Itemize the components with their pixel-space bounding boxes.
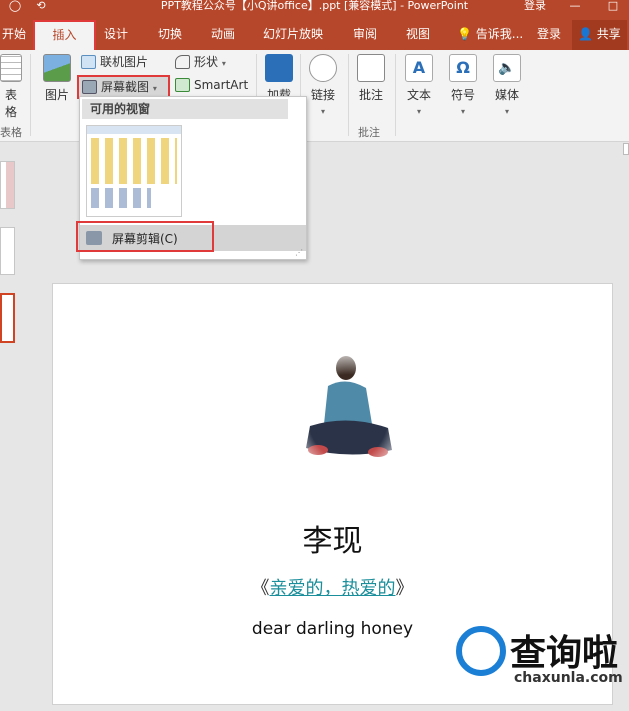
slide-subtitle[interactable]: 《亲爱的，热爱的》 [53,574,612,600]
lightbulb-icon: 💡 [457,27,472,41]
tell-me-search[interactable]: 💡 告诉我... [457,20,523,50]
available-window-thumbnail[interactable] [86,125,182,217]
maximize-button[interactable]: □ [598,0,628,14]
symbol-button[interactable]: Ω 符号 ▾ [446,54,480,117]
divider [30,54,31,136]
tab-design[interactable]: 设计 [96,20,136,50]
divider [395,54,396,136]
divider [348,54,349,136]
tab-animations[interactable]: 动画 [203,20,243,50]
magnifier-q-icon [456,626,506,676]
comment-icon [357,54,385,82]
tab-transitions[interactable]: 切换 [150,20,190,50]
slide-thumbnails-pane [0,143,38,711]
subtitle-link[interactable]: 亲爱的，热爱的 [270,578,396,599]
table-button[interactable]: 表格 [0,54,22,120]
link-icon [309,54,337,82]
tab-slideshow[interactable]: 幻灯片放映 [258,20,328,50]
speaker-icon: 🔈 [493,54,521,82]
tab-review[interactable]: 审阅 [345,20,385,50]
text-box-icon: A [405,54,433,82]
online-picture-button[interactable]: 联机图片 [78,52,148,72]
share-button[interactable]: 👤 共享 [572,20,627,50]
slide-thumbnail-selected[interactable] [0,293,15,343]
minimize-button[interactable]: — [560,0,590,14]
scrollbar-thumb[interactable] [623,143,629,155]
comment-group-label: 批注 [358,126,380,139]
tab-insert[interactable]: 插入 [33,20,96,50]
tab-view[interactable]: 视图 [398,20,438,50]
table-group-label: 表格 [0,126,22,139]
title-bar: ◯ ⟲ PPT教程公众号【小Q讲office】.ppt [兼容模式] - Pow… [0,0,629,14]
camera-icon [86,231,102,245]
available-windows-header: 可用的视窗 [82,99,288,119]
text-button[interactable]: A 文本 ▾ [402,54,436,117]
sign-in-link[interactable]: 登录 [520,0,550,14]
sign-in-button[interactable]: 登录 [537,20,561,50]
slide-title[interactable]: 李现 [53,516,612,560]
picture-icon [43,54,71,82]
omega-icon: Ω [449,54,477,82]
screen-clipping-item[interactable]: 屏幕剪辑(C) [76,221,306,252]
media-button[interactable]: 🔈 媒体 ▾ [490,54,524,117]
watermark-logo: 查询啦 chaxunla.com [454,620,629,700]
table-icon [0,54,22,82]
resize-grip-icon[interactable]: ⋰ [295,248,303,257]
person-icon: 👤 [578,27,593,41]
camera-icon [82,80,97,94]
person-photo[interactable] [288,346,408,476]
smartart-button[interactable]: SmartArt [172,75,248,95]
shapes-icon [175,55,190,69]
store-icon [265,54,293,82]
slide-thumbnail[interactable] [0,161,15,209]
link-button[interactable]: 链接 ▾ [306,54,340,117]
ribbon-tab-bar: 开始 插入 设计 切换 动画 幻灯片放映 审阅 视图 💡 告诉我... 登录 👤… [0,14,629,50]
online-picture-icon [81,55,96,69]
smartart-icon [175,78,190,92]
comment-button[interactable]: 批注 [354,54,388,103]
shapes-button[interactable]: 形状 ▾ [172,52,226,72]
tab-home[interactable]: 开始 [0,20,28,50]
picture-button[interactable]: 图片 [40,54,74,103]
slide-thumbnail[interactable] [0,227,15,275]
screenshot-dropdown: 可用的视窗 屏幕剪辑(C) ⋰ [76,96,307,260]
